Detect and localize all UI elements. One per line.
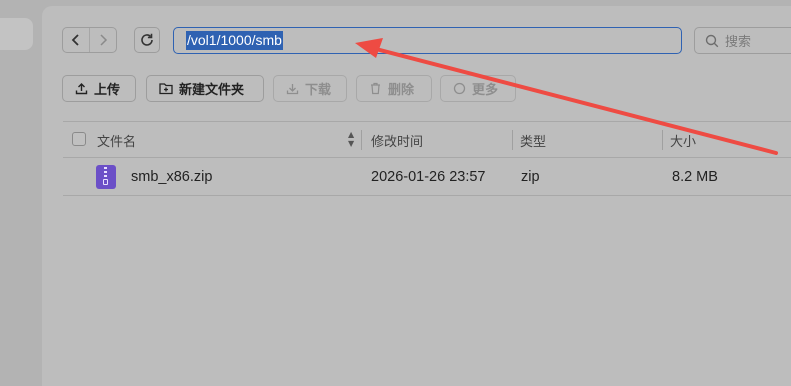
annotation-arrow <box>355 38 778 155</box>
